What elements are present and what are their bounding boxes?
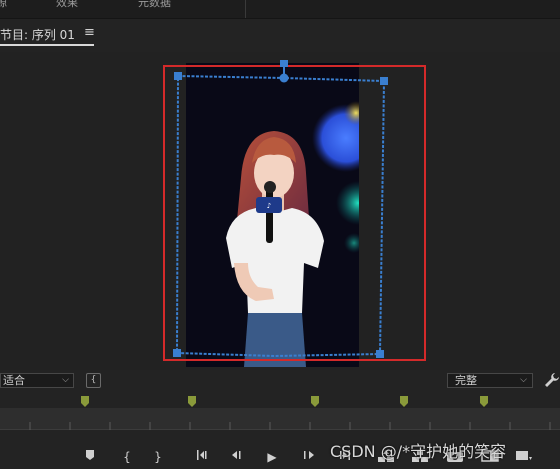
watermark-text: CSDN @/*守护她的笑容 <box>330 442 507 461</box>
add-marker-icon[interactable] <box>80 449 100 465</box>
handle-top-left <box>174 72 182 80</box>
tab-source[interactable]: 源 <box>0 0 7 10</box>
ruler-ticks <box>29 422 551 430</box>
handle-top-right <box>380 77 388 85</box>
timeline-marker[interactable] <box>311 396 319 407</box>
tab-metadata[interactable]: 元数据 <box>138 0 171 10</box>
more-icon[interactable] <box>514 449 534 465</box>
timeline-marker[interactable] <box>188 396 196 407</box>
mark-out-icon[interactable]: } <box>148 449 168 465</box>
program-monitor-title[interactable]: 节目: 序列 01 <box>0 26 75 43</box>
timeline-marker[interactable] <box>480 396 488 407</box>
go-to-in-icon[interactable] <box>194 449 214 465</box>
mark-in-icon[interactable]: { <box>117 449 137 465</box>
play-icon[interactable]: ▶ <box>262 449 282 465</box>
rotation-handle <box>280 60 288 67</box>
anchor-point-handle <box>279 73 289 83</box>
handle-bottom-right <box>376 350 384 358</box>
chevron-down-icon: ⌵ <box>520 375 527 385</box>
wrench-icon[interactable] <box>544 372 560 388</box>
chevron-down-icon: ⌵ <box>62 375 69 385</box>
timeline-marker[interactable] <box>400 396 408 407</box>
top-panel-strip: 源 效果 元数据 <box>0 0 560 19</box>
step-back-icon[interactable] <box>228 449 248 465</box>
playback-resolution-dropdown[interactable]: 完整 ⌵ <box>447 373 533 388</box>
panel-divider <box>245 0 246 18</box>
playback-resolution-value: 完整 <box>455 374 477 387</box>
handle-bottom-left <box>173 349 181 357</box>
transform-handles[interactable] <box>173 60 388 358</box>
safe-margins-icon[interactable]: { <box>86 373 101 388</box>
tab-effects[interactable]: 效果 <box>56 0 78 10</box>
zoom-fit-dropdown[interactable]: 适合 ⌵ <box>0 373 74 388</box>
active-tab-underline <box>0 44 94 46</box>
hamburger-menu-icon[interactable]: ≡ <box>84 25 95 40</box>
step-forward-icon[interactable] <box>298 449 318 465</box>
transform-bounding-box[interactable] <box>160 58 400 368</box>
zoom-fit-value: 适合 <box>3 374 25 387</box>
timeline-marker[interactable] <box>81 396 89 407</box>
